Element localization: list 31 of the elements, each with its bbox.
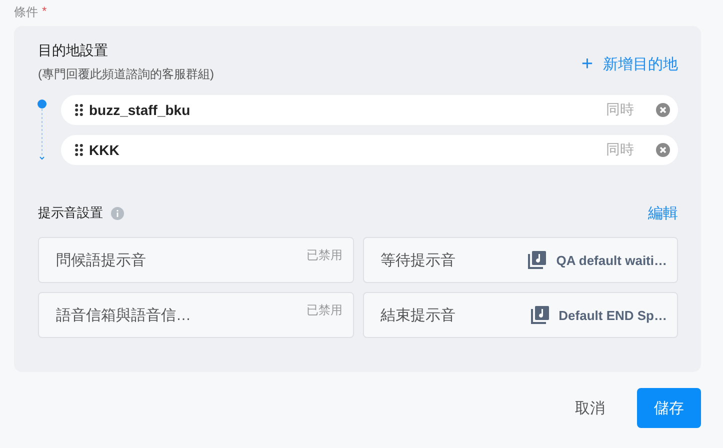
section-title: 目的地設置 bbox=[38, 42, 109, 60]
remove-icon[interactable] bbox=[656, 103, 670, 117]
sound-card[interactable]: 語音信箱與語音信… 已禁用 bbox=[38, 292, 354, 338]
field-label: 條件 bbox=[14, 4, 38, 21]
music-library-icon bbox=[530, 305, 550, 325]
mode-label: 同時 bbox=[606, 101, 634, 119]
sound-label: 等待提示音 bbox=[380, 250, 456, 270]
sound-card[interactable]: 結束提示音 Default END Sp… bbox=[362, 292, 678, 338]
drag-handle-icon[interactable] bbox=[75, 144, 83, 156]
status-label: 已禁用 bbox=[306, 302, 342, 318]
sound-file-name: QA default waiti… bbox=[556, 252, 667, 268]
drag-handle-icon[interactable] bbox=[75, 104, 83, 116]
sound-label: 結束提示音 bbox=[380, 306, 456, 324]
sound-file-name: Default END Sp… bbox=[558, 308, 667, 322]
sound-label: 語音信箱與語音信… bbox=[56, 306, 191, 324]
status-label: 已禁用 bbox=[306, 246, 342, 264]
required-mark: * bbox=[42, 4, 47, 18]
sound-card[interactable]: 等待提示音 QA default waiti… bbox=[362, 237, 678, 283]
destination-name: buzz_staff_bku bbox=[89, 102, 192, 118]
music-library-icon bbox=[527, 250, 548, 270]
mode-label: 同時 bbox=[606, 141, 634, 159]
cancel-button[interactable]: 取消 bbox=[575, 398, 605, 418]
destination-name: KKK bbox=[89, 142, 120, 158]
destination-item[interactable]: buzz_staff_bku 同時 bbox=[61, 95, 678, 125]
section-subtitle: (專門回覆此頻道諮詢的客服群組) bbox=[38, 66, 214, 83]
destination-item[interactable]: KKK 同時 bbox=[61, 135, 678, 165]
remove-icon[interactable] bbox=[656, 143, 670, 157]
section-title: 提示音設置 bbox=[38, 204, 103, 222]
info-icon[interactable] bbox=[111, 206, 124, 220]
sound-label: 問候語提示音 bbox=[56, 250, 146, 270]
sound-card[interactable]: 問候語提示音 已禁用 bbox=[38, 237, 354, 283]
